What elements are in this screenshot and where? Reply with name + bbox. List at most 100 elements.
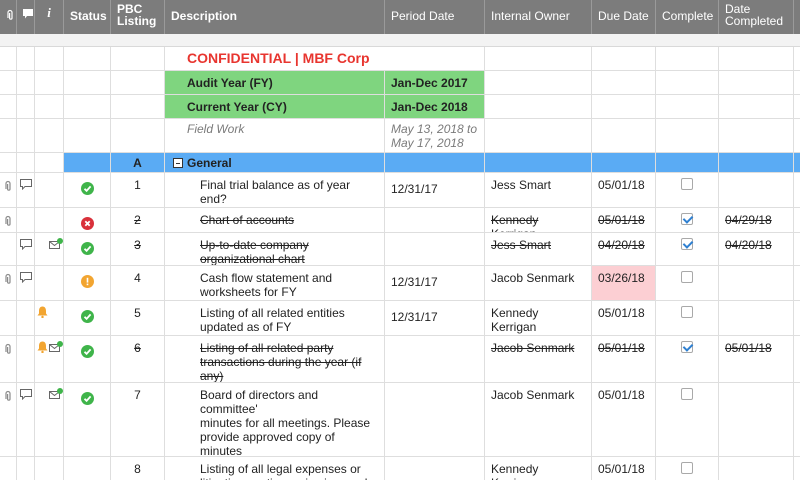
due-date-cell[interactable]: 04/20/18 — [592, 233, 656, 265]
date-completed-cell[interactable] — [719, 383, 794, 456]
reminder-cell[interactable] — [35, 301, 64, 335]
paperclip-icon[interactable] — [4, 180, 12, 195]
internal-owner-cell[interactable]: Jacob Senmark — [485, 383, 592, 456]
reminder-cell[interactable] — [35, 336, 64, 382]
status-cell[interactable] — [64, 208, 111, 232]
comment-cell[interactable] — [17, 336, 35, 382]
date-completed-column-header[interactable]: Date Completed — [719, 0, 794, 34]
status-ok-icon[interactable] — [80, 242, 94, 255]
status-ok-icon[interactable] — [80, 345, 94, 358]
period-date-cell[interactable]: 12/31/17 — [385, 301, 485, 335]
period-date-column-header[interactable]: Period Date — [385, 0, 485, 34]
due-date-cell[interactable]: 05/01/18 — [592, 336, 656, 382]
table-row[interactable]: 2 Chart of accounts Kennedy Kerrigan05/01/… — [0, 208, 800, 233]
attachment-cell[interactable] — [0, 208, 17, 232]
due-date-cell[interactable]: 03/26/18 — [592, 266, 656, 300]
complete-cell[interactable] — [656, 336, 719, 382]
table-row[interactable]: 8Listing of all legal expenses orlitigat… — [0, 457, 800, 480]
period-date-cell[interactable] — [385, 383, 485, 456]
status-cell[interactable] — [64, 173, 111, 207]
table-row[interactable]: 7 Board of directors and committee' minute… — [0, 383, 800, 457]
comment-icon[interactable] — [20, 179, 32, 193]
internal-owner-cell[interactable]: Jess Smart — [485, 233, 592, 265]
internal-owner-cell[interactable]: Kennedy Kerrigan — [485, 457, 592, 480]
status-error-icon[interactable] — [80, 217, 94, 230]
due-date-cell[interactable]: 05/01/18 — [592, 301, 656, 335]
due-date-cell[interactable]: 05/01/18 — [592, 173, 656, 207]
banner-title-row[interactable]: CONFIDENTIAL | MBF Corp — [0, 47, 800, 71]
pbc-number-cell[interactable]: 6 — [111, 336, 165, 382]
due-date-cell[interactable]: 05/01/18 — [592, 208, 656, 232]
email-icon[interactable] — [49, 238, 63, 253]
table-row[interactable]: 1Final trial balance as of year end?(in … — [0, 173, 800, 208]
comment-cell[interactable] — [17, 233, 35, 265]
period-date-cell[interactable] — [385, 457, 485, 480]
description-cell[interactable]: Final trial balance as of year end?(in E… — [165, 173, 385, 207]
date-completed-cell[interactable]: 04/20/18 — [719, 233, 794, 265]
complete-checkbox[interactable] — [681, 388, 693, 400]
table-row[interactable]: 5 Listing of all related entities updated … — [0, 301, 800, 336]
table-row[interactable]: 6 Listing of all related party transaction… — [0, 336, 800, 383]
table-row[interactable]: 4 Cash flow statement and worksheets for F… — [0, 266, 800, 301]
comment-cell[interactable] — [17, 383, 35, 456]
comment-cell[interactable] — [17, 301, 35, 335]
complete-checkbox[interactable] — [681, 341, 693, 353]
complete-checkbox[interactable] — [681, 238, 693, 250]
reminder-cell[interactable] — [35, 266, 64, 300]
pbc-number-cell[interactable]: 7 — [111, 383, 165, 456]
description-cell[interactable]: Chart of accounts — [165, 208, 385, 232]
email-icon[interactable] — [49, 341, 63, 356]
pbc-number-cell[interactable]: 8 — [111, 457, 165, 480]
complete-checkbox[interactable] — [681, 178, 693, 190]
section-row-general[interactable]: A General — [0, 153, 800, 173]
complete-cell[interactable] — [656, 301, 719, 335]
period-date-cell[interactable]: 12/31/17 — [385, 266, 485, 300]
paperclip-icon[interactable] — [4, 390, 12, 405]
bell-icon[interactable] — [37, 306, 48, 321]
period-date-cell[interactable] — [385, 336, 485, 382]
internal-owner-cell[interactable]: Kennedy Kerrigan — [485, 301, 592, 335]
current-year-row[interactable]: Current Year (CY) Jan-Dec 2018 — [0, 95, 800, 119]
description-cell[interactable]: Cash flow statement and worksheets for FY — [165, 266, 385, 300]
complete-cell[interactable] — [656, 173, 719, 207]
complete-cell[interactable] — [656, 383, 719, 456]
bell-icon[interactable] — [37, 341, 48, 356]
pbc-number-cell[interactable]: 3 — [111, 233, 165, 265]
due-date-column-header[interactable]: Due Date — [592, 0, 656, 34]
pbc-number-cell[interactable]: 1 — [111, 173, 165, 207]
status-column-header[interactable]: Status — [64, 0, 111, 34]
comment-cell[interactable] — [17, 266, 35, 300]
comment-icon[interactable] — [20, 389, 32, 403]
period-date-cell[interactable] — [385, 233, 485, 265]
status-ok-icon[interactable] — [80, 392, 94, 405]
pbc-number-cell[interactable]: 5 — [111, 301, 165, 335]
paperclip-icon[interactable] — [4, 215, 12, 230]
date-completed-cell[interactable] — [719, 457, 794, 480]
date-completed-cell[interactable] — [719, 173, 794, 207]
due-date-cell[interactable]: 05/01/18 — [592, 383, 656, 456]
table-row[interactable]: 3 Up-to-date company organizational chart J… — [0, 233, 800, 266]
attachment-cell[interactable] — [0, 336, 17, 382]
complete-column-header[interactable]: Complete — [656, 0, 719, 34]
description-cell[interactable]: Listing of all related entities updated a… — [165, 301, 385, 335]
internal-owner-cell[interactable]: Jacob Senmark — [485, 336, 592, 382]
comment-icon[interactable] — [20, 272, 32, 286]
comment-cell[interactable] — [17, 457, 35, 480]
status-ok-icon[interactable] — [80, 182, 94, 195]
status-warning-icon[interactable] — [80, 275, 94, 288]
comment-cell[interactable] — [17, 173, 35, 207]
attachment-cell[interactable] — [0, 233, 17, 265]
description-cell[interactable]: Listing of all related party transactions… — [165, 336, 385, 382]
status-cell[interactable] — [64, 336, 111, 382]
status-cell[interactable] — [64, 266, 111, 300]
description-cell[interactable]: Up-to-date company organizational chart — [165, 233, 385, 265]
reminder-cell[interactable] — [35, 208, 64, 232]
paperclip-icon[interactable] — [4, 273, 12, 288]
complete-cell[interactable] — [656, 208, 719, 232]
complete-checkbox[interactable] — [681, 462, 693, 474]
comment-cell[interactable] — [17, 208, 35, 232]
date-completed-cell[interactable]: 04/29/18 — [719, 208, 794, 232]
description-cell[interactable]: Listing of all legal expenses orlitigati… — [165, 457, 385, 480]
period-date-cell[interactable] — [385, 208, 485, 232]
description-cell[interactable]: Board of directors and committee' minutes… — [165, 383, 385, 456]
